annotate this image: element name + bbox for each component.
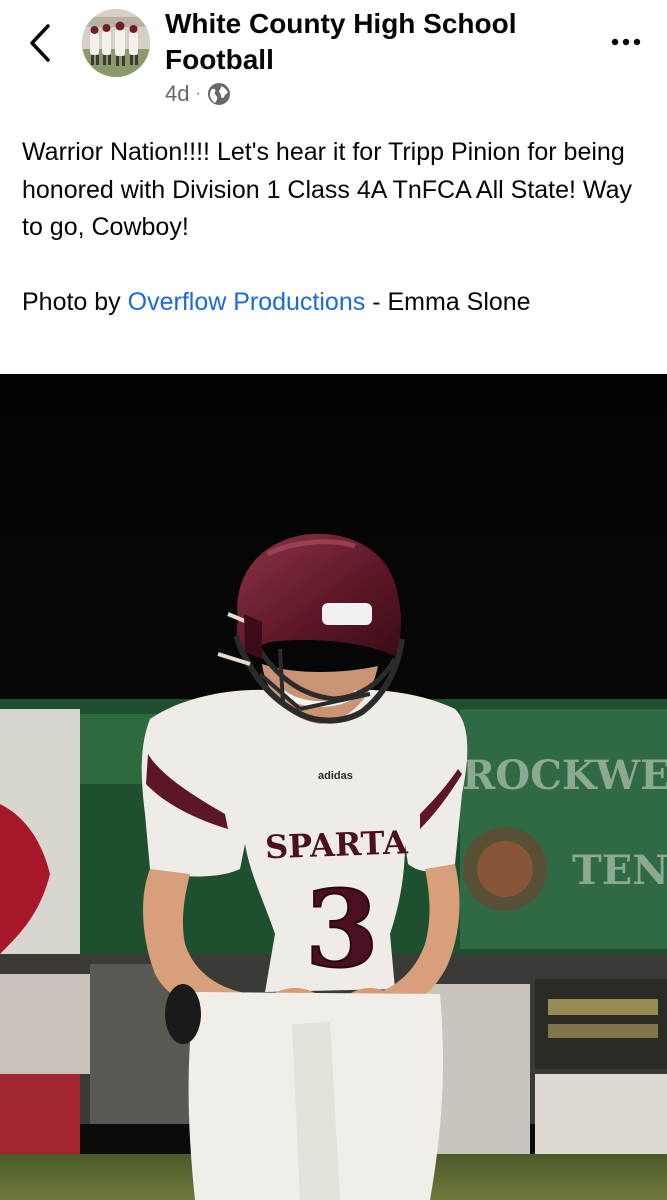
jersey-number: 3 [305,866,379,991]
post-message: Warrior Nation!!!! Let's hear it for Tri… [22,138,632,241]
page-name[interactable]: White County High School Football [165,6,595,78]
banner-text-1: ROCKWELL [462,752,667,799]
football-player-photo: ROCKWELL TEN SPARTA 3 adidas [0,374,667,1200]
brand-text: adidas [318,770,353,782]
page-avatar[interactable] [82,9,150,77]
more-options-button[interactable] [605,22,649,58]
credit-suffix: - Emma Slone [372,288,531,316]
more-horizontal-icon [611,38,641,46]
post-time[interactable]: 4d [165,81,189,107]
credit-prefix: Photo by [22,288,121,316]
post-photo[interactable]: ROCKWELL TEN SPARTA 3 adidas [0,374,667,1200]
credit-link[interactable]: Overflow Productions [128,288,366,316]
jersey-text: SPARTA [264,823,409,866]
post-body: Warrior Nation!!!! Let's hear it for Tri… [22,134,652,322]
globe-icon[interactable] [207,82,231,106]
post-header: White County High School Football 4d · [0,0,667,110]
back-button[interactable] [22,20,62,66]
photo-credit: Photo by Overflow Productions - Emma Slo… [22,284,652,322]
meta-separator: · [195,85,201,102]
chevron-left-icon [30,24,50,62]
post-meta: 4d · [165,80,231,108]
banner-text-2: TEN [572,847,667,894]
